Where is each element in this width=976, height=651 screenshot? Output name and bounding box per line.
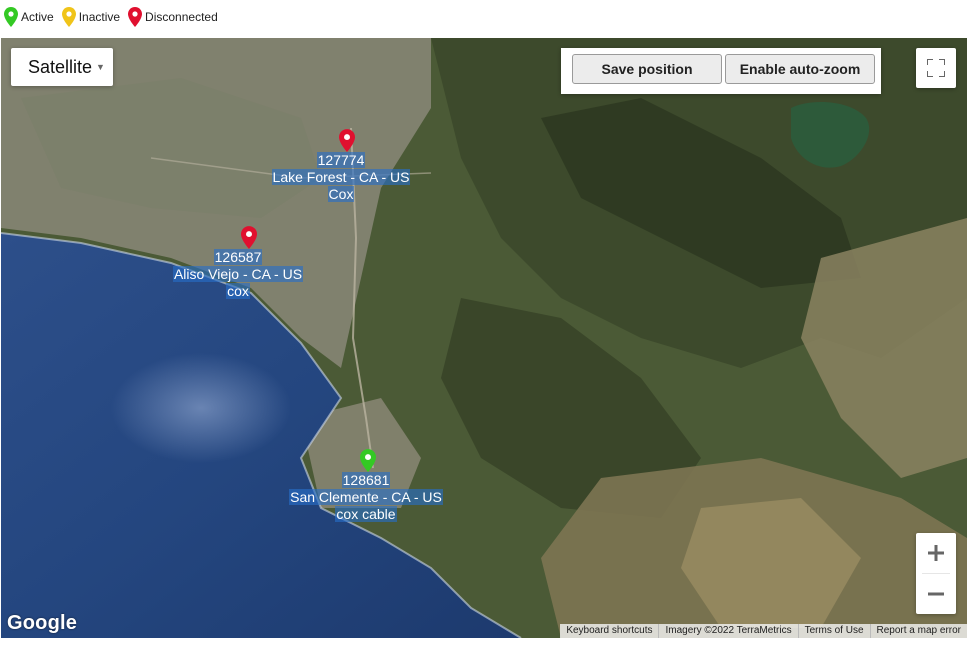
keyboard-shortcuts-link[interactable]: Keyboard shortcuts [560, 624, 658, 638]
marker-icon [241, 226, 257, 249]
caret-down-icon: ▼ [96, 62, 105, 72]
map-attribution: Keyboard shortcuts Imagery ©2022 TerraMe… [560, 624, 967, 638]
legend-label-inactive: Inactive [78, 10, 121, 24]
enable-auto-zoom-button[interactable]: Enable auto-zoom [725, 54, 875, 84]
marker-isp: cox cable [335, 506, 397, 522]
terms-of-use-link[interactable]: Terms of Use [797, 624, 870, 638]
marker-location: Lake Forest - CA - US [271, 169, 411, 185]
zoom-out-button[interactable] [916, 574, 956, 614]
marker-location: San Clemente - CA - US [289, 489, 443, 505]
legend-item-inactive: Inactive [61, 7, 121, 27]
minus-icon [928, 592, 944, 596]
marker-label-128681: 128681 San Clemente - CA - US cox cable [266, 472, 466, 523]
marker-id: 128681 [341, 472, 391, 488]
imagery-credit: Imagery ©2022 TerraMetrics [658, 624, 797, 638]
marker-label-126587: 126587 Aliso Viejo - CA - US cox [148, 249, 328, 300]
marker-icon [61, 7, 76, 27]
plus-icon [928, 545, 944, 561]
marker-location: Aliso Viejo - CA - US [172, 266, 304, 282]
map-type-label: Satellite [28, 56, 93, 77]
fullscreen-button[interactable] [916, 48, 956, 88]
legend-label-disconnected: Disconnected [145, 10, 218, 24]
satellite-imagery[interactable] [1, 38, 967, 638]
google-logo: Google [7, 612, 78, 634]
zoom-in-button[interactable] [916, 533, 956, 573]
legend-item-active: Active [4, 7, 54, 27]
marker-label-127774: 127774 Lake Forest - CA - US Cox [251, 152, 431, 203]
marker-isp: cox [226, 283, 250, 299]
marker-icon [4, 7, 18, 27]
report-map-error-link[interactable]: Report a map error [869, 624, 967, 638]
marker-icon [360, 449, 376, 472]
map-view[interactable]: Satellite ▼ Save position Enable auto-zo… [1, 38, 967, 638]
save-position-button[interactable]: Save position [572, 54, 722, 84]
fullscreen-icon [927, 59, 945, 77]
zoom-controls [916, 533, 956, 614]
status-legend: Active Inactive Disconnected [4, 6, 226, 28]
map-custom-controls: Save position Enable auto-zoom [561, 48, 881, 94]
legend-item-disconnected: Disconnected [128, 7, 218, 27]
map-type-selector[interactable]: Satellite ▼ [11, 48, 113, 86]
marker-isp: Cox [327, 186, 355, 202]
marker-icon [339, 129, 355, 152]
marker-icon [128, 7, 143, 27]
legend-label-active: Active [21, 10, 54, 24]
marker-id: 126587 [213, 249, 263, 265]
marker-id: 127774 [316, 152, 366, 168]
